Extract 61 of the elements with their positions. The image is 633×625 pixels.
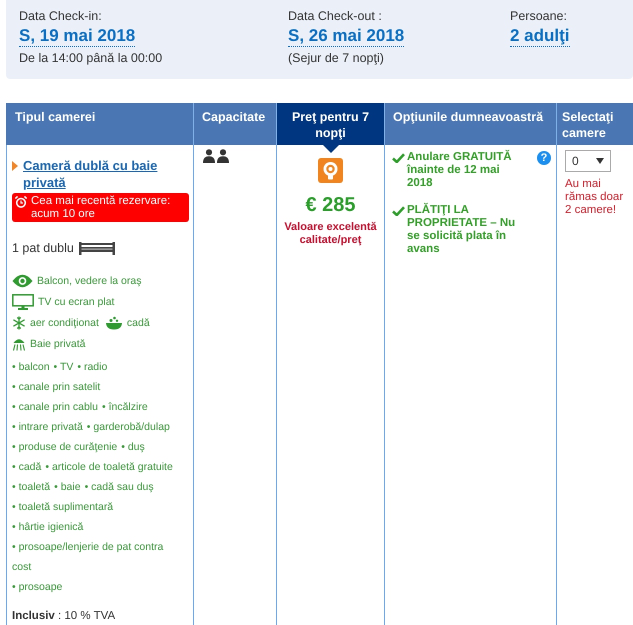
room-count-select[interactable]: 0 [565, 150, 611, 172]
facility-item: • garderobă/dulap [86, 421, 170, 433]
check-icon [392, 153, 405, 163]
tv-icon [12, 294, 34, 310]
bed-info: 1 pat dublu [12, 241, 74, 255]
value-rating: Valoare excelentă calitate/preţ [283, 221, 378, 247]
facility-item: • TV [54, 361, 74, 373]
bathtub-icon [104, 316, 123, 330]
facility-item: • încălzire [102, 401, 148, 413]
facility-item: • canale prin satelit [12, 381, 100, 393]
eye-icon [12, 274, 33, 288]
facility-item: • prosoape/lenjerie de pat contra cost [12, 541, 164, 573]
facility-item: • hârtie igienică [12, 521, 84, 533]
option-text: Anulare GRATUITĂ înainte de 12 mai 2018 [407, 151, 513, 190]
amenity-label: cadă [126, 316, 150, 328]
availability-warning: Au mai rămas doar 2 camere! [565, 178, 624, 217]
column-header: Tipul camerei [6, 103, 194, 145]
facility-item: • cadă [12, 461, 42, 473]
dropdown-caret-icon [596, 158, 604, 164]
shower-icon [12, 336, 26, 350]
facility-item: • articole de toaletă gratuite [45, 461, 173, 473]
snowflake-icon [12, 316, 26, 330]
recent-booking-text: Cea mai recentă rezervare: acum 10 ore [31, 195, 172, 221]
guests-link[interactable]: 2 adulţi [510, 25, 570, 47]
vat-note: Inclusiv : 10 % TVA [12, 609, 116, 624]
facility-item: • radio [77, 361, 108, 373]
check-icon [392, 206, 405, 216]
checkout-date-link[interactable]: S, 26 mai 2018 [288, 25, 404, 47]
stay-length: (Sejur de 7 nopţi) [288, 50, 384, 67]
price: € 285 [305, 193, 356, 217]
amenity-label: Balcon, vedere la oraş [37, 274, 142, 286]
option-text: PLĂTIŢI LA PROPRIETATE – Nu se solicită plata în avans [407, 204, 516, 256]
facility-item: • produse de curăţenie [12, 441, 118, 453]
column-header: Opţiunile dumneavoastră [385, 103, 557, 145]
facility-item: • baie [54, 481, 81, 493]
facility-item: • cadă sau duş [84, 481, 154, 493]
column-header: Capacitate [194, 103, 277, 145]
checkin-date-link[interactable]: S, 19 mai 2018 [19, 25, 136, 47]
checkin-hours: De la 14:00 până la 00:00 [19, 50, 162, 67]
guests-label: Persoane: [510, 8, 567, 25]
caret-icon [12, 161, 18, 171]
facility-item: • duş [121, 441, 145, 453]
people-icon [203, 149, 229, 163]
room-name-link[interactable]: Cameră dublă cu baie privată [23, 157, 189, 191]
amenity-label: TV cu ecran plat [38, 296, 114, 308]
facility-item: • toaletă [12, 481, 50, 493]
checkout-label: Data Check-out : [288, 8, 382, 25]
lightbulb-icon [318, 158, 343, 183]
amenity-label: Baie privată [30, 338, 86, 350]
facility-item: • prosoape [12, 581, 62, 593]
help-icon[interactable]: ? [537, 151, 551, 165]
facility-item: • toaletă suplimentară [12, 501, 114, 513]
column-header: Selectaţi camere [557, 103, 633, 145]
facility-item: • balcon [12, 361, 50, 373]
facility-item: • canale prin cablu [12, 401, 98, 413]
bed-icon [78, 241, 115, 255]
amenity-label: aer condiţionat [30, 316, 99, 328]
checkin-label: Data Check-in: [19, 8, 102, 25]
header-pointer [322, 145, 338, 153]
facility-item: • intrare privată [12, 421, 83, 433]
alarm-clock-icon [15, 196, 27, 208]
